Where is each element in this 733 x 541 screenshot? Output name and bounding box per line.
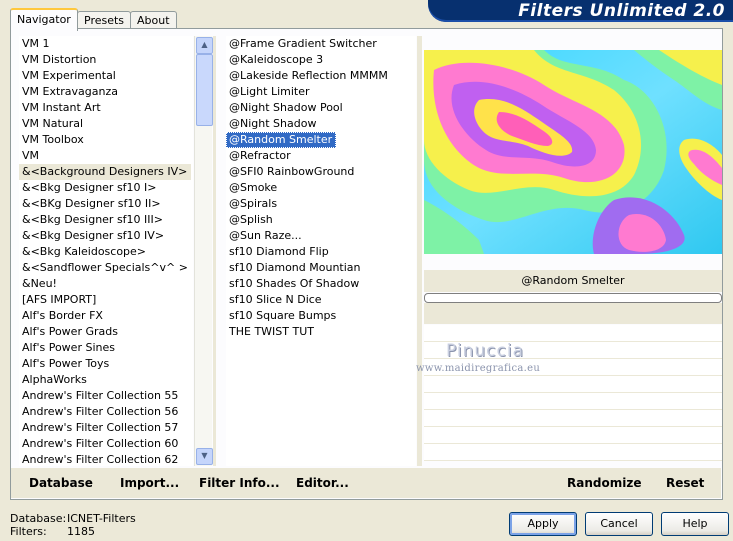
filter-item[interactable]: @Smoke — [226, 180, 416, 196]
parameter-row[interactable] — [424, 393, 722, 410]
filter-item[interactable]: sf10 Diamond Mountian — [226, 260, 416, 276]
filters-count-label: Filters: — [10, 525, 47, 538]
category-item[interactable]: Andrew's Filter Collection 62 — [19, 452, 193, 466]
category-item[interactable]: Alf's Power Grads — [19, 324, 193, 340]
progress-bar — [424, 293, 722, 303]
selected-filter-name: @Random Smelter — [424, 270, 722, 292]
category-item[interactable]: &<BKg Designer sf10 II> — [19, 196, 193, 212]
preview-divider — [417, 36, 422, 466]
category-item[interactable]: VM Instant Art — [19, 100, 193, 116]
editor-button[interactable]: Editor... — [296, 476, 349, 490]
app-title: Filters Unlimited 2.0 — [518, 1, 725, 21]
category-item[interactable]: &<Bkg Designer sf10 III> — [19, 212, 193, 228]
category-item[interactable]: VM — [19, 148, 193, 164]
filter-item[interactable]: sf10 Slice N Dice — [226, 292, 416, 308]
filter-item[interactable]: @Frame Gradient Switcher — [226, 36, 416, 52]
category-item[interactable]: Andrew's Filter Collection 55 — [19, 388, 193, 404]
app-banner: Filters Unlimited 2.0 — [428, 0, 733, 22]
filter-item[interactable]: sf10 Shades Of Shadow — [226, 276, 416, 292]
category-item[interactable]: Andrew's Filter Collection 57 — [19, 420, 193, 436]
filters-count-value: 1185 — [67, 525, 95, 538]
category-item[interactable]: &Neu! — [19, 276, 193, 292]
database-button[interactable]: Database — [29, 476, 93, 490]
category-item[interactable]: &<Sandflower Specials^v^ > — [19, 260, 193, 276]
category-item[interactable]: &<Bkg Designer sf10 IV> — [19, 228, 193, 244]
filter-info-button[interactable]: Filter Info... — [199, 476, 280, 490]
tab-navigator[interactable]: Navigator — [10, 8, 78, 31]
category-scrollbar[interactable]: ▲ ▼ — [194, 36, 213, 466]
category-item[interactable]: Alf's Power Sines — [19, 340, 193, 356]
scroll-down-icon[interactable]: ▼ — [196, 448, 213, 465]
scroll-up-icon[interactable]: ▲ — [196, 37, 213, 54]
parameter-row[interactable] — [424, 427, 722, 444]
category-item[interactable]: VM Distortion — [19, 52, 193, 68]
category-item[interactable]: [AFS IMPORT] — [19, 292, 193, 308]
category-item[interactable]: Alf's Border FX — [19, 308, 193, 324]
filter-preview-image — [424, 50, 722, 254]
watermark-url: www.maidiregrafica.eu — [416, 363, 541, 374]
parameter-header — [424, 303, 722, 324]
category-item[interactable]: &<Background Designers IV> — [19, 164, 192, 180]
apply-button[interactable]: Apply — [509, 512, 577, 536]
filter-item[interactable]: @Refractor — [226, 148, 416, 164]
database-label: Database: — [10, 512, 67, 525]
filter-item[interactable]: @Night Shadow — [226, 116, 416, 132]
filter-item[interactable]: @Sun Raze... — [226, 228, 416, 244]
randomize-button[interactable]: Randomize — [567, 476, 641, 490]
filter-item[interactable]: @Spirals — [226, 196, 416, 212]
parameter-row[interactable] — [424, 410, 722, 427]
filter-item[interactable]: @Splish — [226, 212, 416, 228]
category-item[interactable]: AlphaWorks — [19, 372, 193, 388]
category-item[interactable]: &<Bkg Designer sf10 I> — [19, 180, 193, 196]
category-item[interactable]: VM 1 — [19, 36, 193, 52]
tab-about[interactable]: About — [130, 11, 177, 29]
import-button[interactable]: Import... — [120, 476, 179, 490]
filter-item[interactable]: @Lakeside Reflection MMMM — [226, 68, 416, 84]
category-item[interactable]: Alf's Power Toys — [19, 356, 193, 372]
database-value: ICNET-Filters — [67, 512, 136, 525]
tab-presets[interactable]: Presets — [77, 11, 132, 29]
filter-list[interactable]: @Frame Gradient Switcher @Kaleidoscope 3 @… — [226, 36, 416, 466]
filter-item[interactable]: @Random Smelter — [226, 132, 337, 148]
filter-item[interactable]: @SFI0 RainbowGround — [226, 164, 416, 180]
parameter-row[interactable] — [424, 325, 722, 342]
category-item[interactable]: VM Extravaganza — [19, 84, 193, 100]
filter-item[interactable]: @Night Shadow Pool — [226, 100, 416, 116]
list-divider — [213, 36, 216, 466]
category-item[interactable]: VM Natural — [19, 116, 193, 132]
help-button[interactable]: Help — [661, 512, 729, 536]
category-item[interactable]: &<Bkg Kaleidoscope> — [19, 244, 193, 260]
category-item[interactable]: Andrew's Filter Collection 56 — [19, 404, 193, 420]
category-item[interactable]: VM Toolbox — [19, 132, 193, 148]
watermark-name: Pinuccia — [446, 341, 524, 361]
filter-item[interactable]: sf10 Square Bumps — [226, 308, 416, 324]
filter-item[interactable]: @Light Limiter — [226, 84, 416, 100]
filter-item[interactable]: sf10 Diamond Flip — [226, 244, 416, 260]
scroll-thumb[interactable] — [196, 54, 213, 126]
cancel-button[interactable]: Cancel — [585, 512, 653, 536]
reset-button[interactable]: Reset — [666, 476, 704, 490]
parameter-row[interactable] — [424, 376, 722, 393]
category-item[interactable]: VM Experimental — [19, 68, 193, 84]
parameter-row[interactable] — [424, 444, 722, 461]
filter-item[interactable]: @Kaleidoscope 3 — [226, 52, 416, 68]
category-list[interactable]: VM 1 VM Distortion VM Experimental VM Extra… — [19, 36, 193, 466]
filter-item[interactable]: THE TWIST TUT — [226, 324, 416, 340]
category-item[interactable]: Andrew's Filter Collection 60 — [19, 436, 193, 452]
